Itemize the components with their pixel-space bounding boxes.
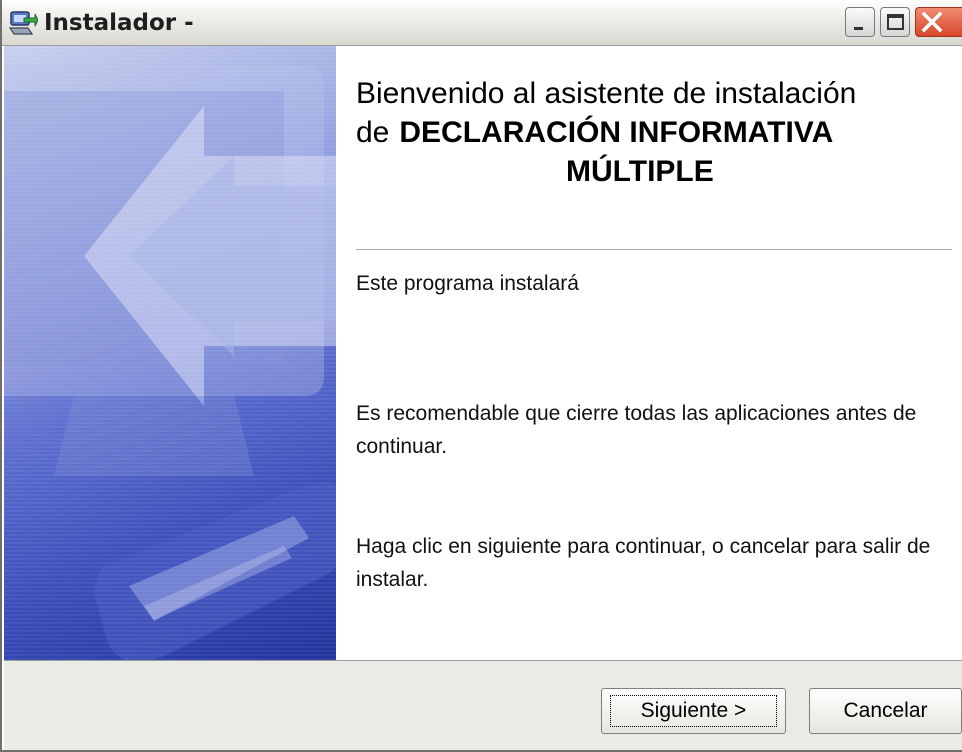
maximize-icon: [887, 14, 904, 30]
installer-window: Instalador - Bienvenido al asistente de …: [0, 0, 962, 752]
product-name-line1: DECLARACIÓN INFORMATIVA: [399, 116, 834, 149]
instructions-text: Haga clic en siguiente para continuar, o…: [356, 535, 931, 591]
welcome-heading: Bienvenido al asistente de instalación d…: [356, 74, 946, 191]
heading-line1: Bienvenido al asistente de instalación: [356, 77, 857, 110]
title-bar[interactable]: Instalador -: [2, 0, 962, 46]
heading-prefix: de: [356, 116, 390, 149]
close-icon: [921, 11, 943, 33]
minimize-icon: [854, 27, 863, 30]
next-button[interactable]: Siguiente >: [601, 688, 786, 734]
minimize-button[interactable]: [845, 7, 875, 37]
wizard-banner-image: [4, 46, 336, 660]
close-button[interactable]: [915, 7, 962, 37]
heading-separator: [356, 249, 952, 251]
installer-icon: [8, 8, 39, 38]
button-bar: Siguiente > Cancelar: [4, 660, 962, 750]
window-title: Instalador -: [44, 10, 194, 36]
recommendation-text: Es recomendable que cierre todas las apl…: [356, 402, 917, 458]
cancel-button[interactable]: Cancelar: [809, 688, 962, 734]
maximize-button[interactable]: [880, 7, 910, 37]
next-button-label: Siguiente >: [610, 695, 777, 727]
product-name-line2: MÚLTIPLE: [566, 155, 714, 188]
intro-text: Este programa instalará: [356, 272, 579, 295]
